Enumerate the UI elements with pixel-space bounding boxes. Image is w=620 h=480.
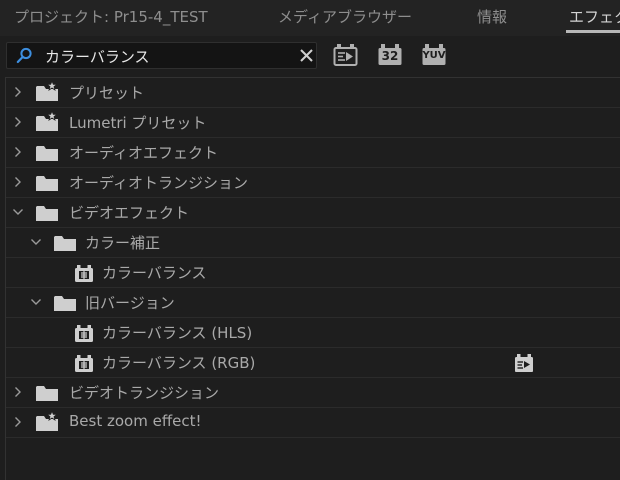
accelerated-effect-badge-icon	[515, 354, 533, 372]
tree-row[interactable]: カラーバランス	[6, 258, 620, 288]
folder-icon	[54, 236, 76, 251]
chevron-right-icon[interactable]	[12, 116, 24, 128]
tree-item-label: オーディオエフェクト	[69, 144, 218, 162]
tree-item-label: Best zoom effect!	[69, 412, 202, 430]
search-box[interactable]	[6, 42, 317, 69]
folder-icon	[54, 296, 76, 311]
effect-icon	[75, 325, 93, 342]
tab-project[interactable]: プロジェクト: Pr15-4_TEST	[14, 6, 208, 27]
tree-item-label: カラー補正	[85, 234, 161, 252]
effects-toolbar: 32 YUV	[0, 36, 620, 76]
yuv-filter-icon[interactable]: YUV	[421, 43, 447, 67]
chevron-right-icon[interactable]	[12, 416, 24, 428]
tree-item-label: カラーバランス (HLS)	[102, 324, 253, 342]
tab-info[interactable]: 情報	[477, 6, 507, 27]
folder-icon	[36, 176, 58, 191]
accelerated-effects-filter-icon[interactable]	[333, 43, 358, 67]
tree-row[interactable]: Best zoom effect!	[6, 408, 620, 438]
tree-row[interactable]: オーディオトランジション	[6, 168, 620, 198]
tree-item-label: プリセット	[69, 84, 145, 102]
tree-row[interactable]: カラーバランス (HLS)	[6, 318, 620, 348]
starred-folder-icon	[36, 411, 58, 431]
32-bit-filter-icon[interactable]: 32	[377, 43, 403, 67]
active-tab-indicator	[566, 30, 620, 33]
chevron-down-icon[interactable]	[12, 206, 24, 218]
tree-item-label: ビデオエフェクト	[69, 204, 190, 222]
search-icon	[16, 47, 32, 64]
folder-icon	[36, 146, 58, 161]
tree-item-label: カラーバランス	[102, 264, 207, 282]
tree-row[interactable]: 旧バージョン	[6, 288, 620, 318]
panel-tab-bar: プロジェクト: Pr15-4_TEST メディアブラウザー 情報 エフェクト	[0, 0, 620, 36]
tree-row[interactable]: ビデオエフェクト	[6, 198, 620, 228]
tree-item-label: 旧バージョン	[85, 294, 175, 312]
tree-row[interactable]: カラー補正	[6, 228, 620, 258]
starred-folder-icon	[36, 81, 58, 101]
tree-row[interactable]: Lumetri プリセット	[6, 108, 620, 138]
tab-effects[interactable]: エフェクト	[569, 6, 620, 27]
search-input[interactable]	[45, 45, 295, 67]
effect-icon	[75, 355, 93, 372]
chevron-down-icon[interactable]	[30, 236, 42, 248]
tree-row[interactable]: プリセット	[6, 78, 620, 108]
tree-item-label: Lumetri プリセット	[69, 114, 207, 132]
starred-folder-icon	[36, 111, 58, 131]
tree-item-label: オーディオトランジション	[69, 174, 248, 192]
effect-icon	[75, 265, 93, 282]
chevron-right-icon[interactable]	[12, 176, 24, 188]
chevron-right-icon[interactable]	[12, 86, 24, 98]
tree-item-label: カラーバランス (RGB)	[102, 354, 256, 372]
tree-row[interactable]: オーディオエフェクト	[6, 138, 620, 168]
chevron-right-icon[interactable]	[12, 146, 24, 158]
tree-item-label: ビデオトランジション	[69, 384, 220, 402]
tree-row[interactable]: カラーバランス (RGB)	[6, 348, 620, 378]
tree-row[interactable]: ビデオトランジション	[6, 378, 620, 408]
yuv-label: YUV	[422, 50, 446, 61]
32-bit-label: 32	[381, 49, 399, 63]
chevron-right-icon[interactable]	[12, 386, 24, 398]
chevron-down-icon[interactable]	[30, 296, 42, 308]
tab-media-browser[interactable]: メディアブラウザー	[278, 6, 412, 27]
clear-search-icon[interactable]	[298, 47, 315, 64]
folder-icon	[36, 206, 58, 221]
effects-tree: プリセット Lumetri プリセット オーディオエフェクトオーディオトランジション…	[5, 77, 620, 480]
folder-icon	[36, 386, 58, 401]
